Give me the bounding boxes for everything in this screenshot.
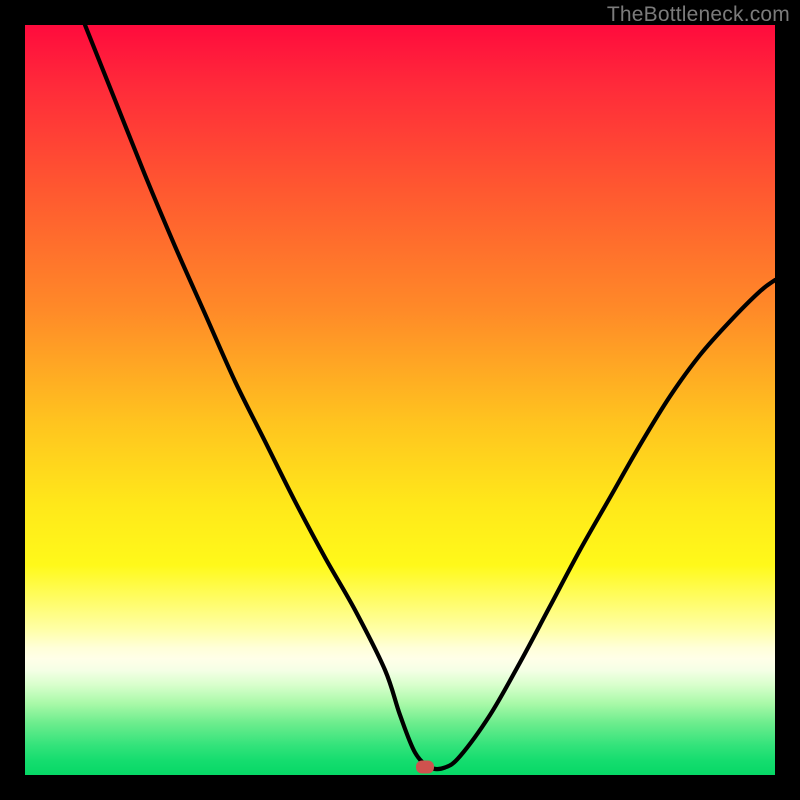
chart-frame: TheBottleneck.com [0, 0, 800, 800]
watermark-text: TheBottleneck.com [607, 3, 790, 27]
bottleneck-curve-path [85, 25, 775, 769]
curve-svg [25, 25, 775, 775]
optimal-point-marker [416, 760, 434, 773]
plot-area [25, 25, 775, 775]
